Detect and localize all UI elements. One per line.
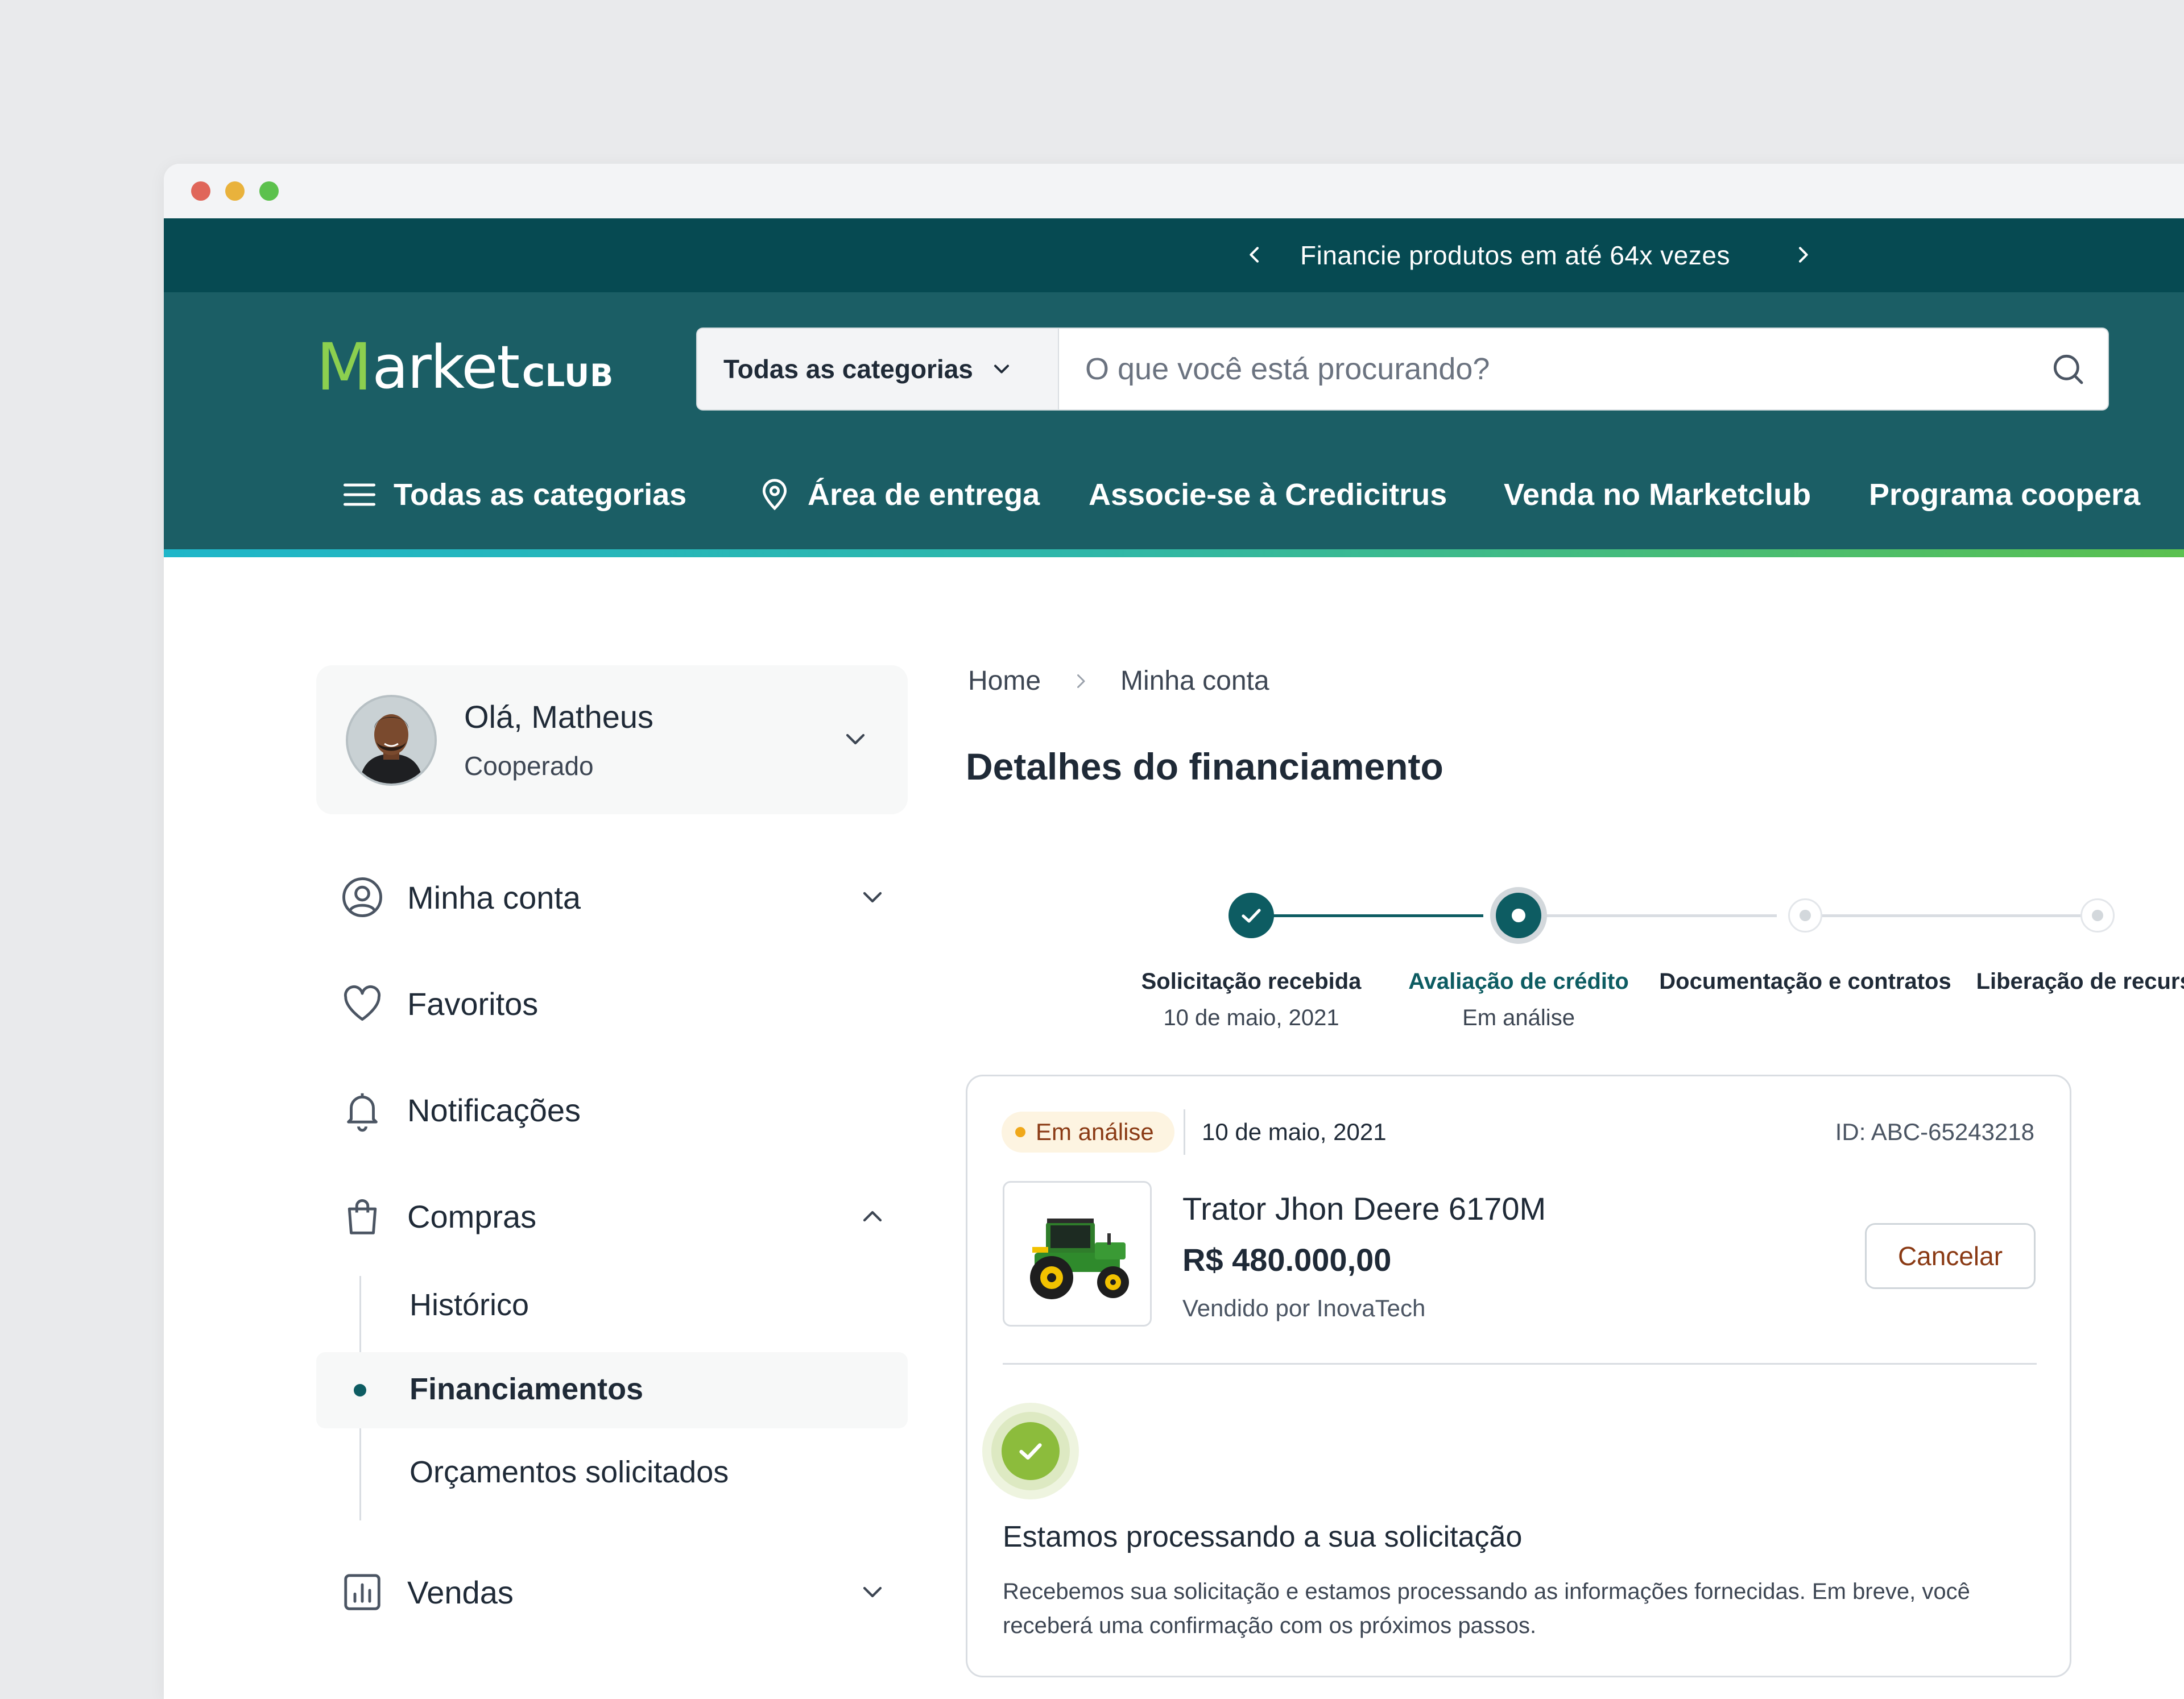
search-bar: Todas as categorias O que você está proc… xyxy=(696,328,2109,411)
minimize-window-button[interactable] xyxy=(225,181,245,201)
sidebar-item-sales[interactable]: Vendas xyxy=(340,1564,909,1621)
sidebar-item-label: Favoritos xyxy=(407,985,539,1022)
nav-all-categories[interactable]: Todas as categorias xyxy=(340,467,686,522)
processing-message-title: Estamos processando a sua solicitação xyxy=(1003,1520,1523,1553)
search-icon xyxy=(2053,354,2083,384)
processing-message-body: Recebemos sua solicitação e estamos proc… xyxy=(1003,1579,1970,1638)
bar-chart-icon xyxy=(340,1570,384,1614)
chevron-down-icon[interactable] xyxy=(839,723,871,755)
step-label: Avaliação de crédito xyxy=(1408,969,1629,994)
check-circle-icon xyxy=(1002,1422,1060,1480)
sidebar-item-label: Minha conta xyxy=(407,879,581,915)
sidebar-item-label: Vendas xyxy=(407,1574,514,1610)
location-pin-icon xyxy=(762,479,787,511)
site-header: M arket CLUB Todas as categorias O que v… xyxy=(164,292,2184,431)
nav-coopera-program[interactable]: Programa coopera xyxy=(1869,467,2140,522)
search-input[interactable]: O que você está procurando? xyxy=(1059,329,2028,409)
close-window-button[interactable] xyxy=(191,181,210,201)
step-done-icon xyxy=(1228,893,1274,938)
heart-icon xyxy=(340,981,384,1026)
page-title: Detalhes do financiamento xyxy=(966,745,1443,788)
product-name[interactable]: Trator Jhon Deere 6170M xyxy=(1182,1190,1546,1227)
step-label: Documentação e contratos xyxy=(1659,969,1951,994)
chevron-left-icon xyxy=(1250,247,1259,263)
chevron-down-icon xyxy=(863,1586,882,1598)
divider xyxy=(1184,1109,1185,1155)
nav-coopera-label: Programa coopera xyxy=(1869,478,2141,512)
user-greeting: Olá, Matheus xyxy=(464,699,654,735)
divider xyxy=(1003,1363,2037,1365)
step-connector-pending xyxy=(1521,914,1777,917)
promo-prev-button[interactable] xyxy=(1239,239,1271,271)
step-sub: 10 de maio, 2021 xyxy=(1163,1005,1339,1030)
product-image[interactable] xyxy=(1003,1181,1152,1327)
avatar xyxy=(346,695,437,786)
promo-banner: Financie produtos em até 64x vezes xyxy=(164,218,2184,292)
nav-associate[interactable]: Associe-se à Credicitrus xyxy=(1089,467,1447,522)
step-pending-icon xyxy=(2080,898,2115,933)
active-indicator-dot xyxy=(354,1384,366,1397)
main-nav: Todas as categorias Área de entrega Asso… xyxy=(164,431,2184,557)
nav-gradient-divider xyxy=(164,549,2184,557)
sidebar-item-label: Compras xyxy=(407,1198,537,1234)
logo-club: CLUB xyxy=(522,358,614,393)
search-category-label: Todas as categorias xyxy=(723,354,973,384)
nav-delivery-area[interactable]: Área de entrega xyxy=(756,467,1040,522)
menu-icon xyxy=(343,483,376,506)
sidebar-item-label: Notificações xyxy=(407,1092,581,1128)
profile-card[interactable]: Olá, Matheus Cooperado xyxy=(316,665,908,814)
logo-arket: arket xyxy=(372,333,520,402)
order-id: ID: ABC-65243218 xyxy=(1835,1118,2034,1145)
step-label: Solicitação recebida xyxy=(1141,969,1362,994)
sidebar-item-favorites[interactable]: Favoritos xyxy=(340,975,909,1032)
browser-window: Financie produtos em até 64x vezes M ark… xyxy=(164,164,2184,1699)
nav-associate-label: Associe-se à Credicitrus xyxy=(1089,478,1447,512)
breadcrumb: Home Minha conta xyxy=(968,665,1269,697)
maximize-window-button[interactable] xyxy=(259,181,279,201)
chevron-right-icon xyxy=(1799,247,1808,263)
submenu-item-history[interactable]: Histórico xyxy=(410,1287,529,1323)
user-role: Cooperado xyxy=(464,751,594,781)
submenu-item-quotes[interactable]: Orçamentos solicitados xyxy=(410,1454,729,1490)
breadcrumb-home[interactable]: Home xyxy=(968,665,1041,697)
tractor-image xyxy=(1030,1219,1129,1299)
logo-m: M xyxy=(316,329,373,405)
step-sub: Em análise xyxy=(1462,1005,1575,1030)
window-titlebar xyxy=(164,164,2184,218)
chevron-right-icon xyxy=(1077,674,1085,688)
step-current-icon xyxy=(1496,893,1541,938)
nav-delivery-area-label: Área de entrega xyxy=(808,478,1040,512)
sidebar-item-notifications[interactable]: Notificações xyxy=(340,1081,909,1138)
step-connector-done xyxy=(1252,914,1483,917)
nav-sell-label: Venda no Marketclub xyxy=(1504,478,1811,512)
chevron-up-icon xyxy=(863,1211,882,1222)
nav-all-categories-label: Todas as categorias xyxy=(394,478,687,512)
financing-card: Em análise 10 de maio, 2021 ID: ABC-6524… xyxy=(966,1075,2071,1677)
product-price: R$ 480.000,00 xyxy=(1182,1242,1392,1278)
financing-stepper: Solicitação recebida 10 de maio, 2021 Av… xyxy=(966,847,2184,1030)
promo-text: Financie produtos em até 64x vezes xyxy=(1300,241,1730,270)
nav-sell[interactable]: Venda no Marketclub xyxy=(1504,467,1811,522)
step-connector-pending xyxy=(1817,914,2084,917)
bell-icon xyxy=(340,1088,384,1132)
submenu-item-financing[interactable]: Financiamentos xyxy=(410,1371,643,1407)
user-circle-icon xyxy=(340,875,384,919)
sidebar-item-my-account[interactable]: Minha conta xyxy=(340,869,909,926)
search-category-select[interactable]: Todas as categorias xyxy=(697,329,1059,409)
breadcrumb-current[interactable]: Minha conta xyxy=(1120,665,1269,697)
promo-next-button[interactable] xyxy=(1787,239,1819,271)
step-label: Liberação de recursos xyxy=(1976,969,2184,994)
order-date: 10 de maio, 2021 xyxy=(1202,1118,1387,1145)
chevron-down-icon xyxy=(863,892,882,903)
shopping-bag-icon xyxy=(340,1194,384,1238)
cancel-button[interactable]: Cancelar xyxy=(1865,1223,2036,1289)
chevron-down-icon xyxy=(994,364,1009,374)
page-content: Olá, Matheus Cooperado Minha conta Favor… xyxy=(164,557,2184,1677)
product-seller: Vendido por InovaTech xyxy=(1182,1295,1426,1321)
step-pending-icon xyxy=(1788,898,1822,933)
search-button[interactable] xyxy=(2028,329,2108,409)
status-badge: Em análise xyxy=(1002,1112,1174,1153)
sidebar-item-purchases[interactable]: Compras xyxy=(340,1188,909,1245)
marketclub-logo[interactable]: M arket CLUB xyxy=(316,329,614,405)
